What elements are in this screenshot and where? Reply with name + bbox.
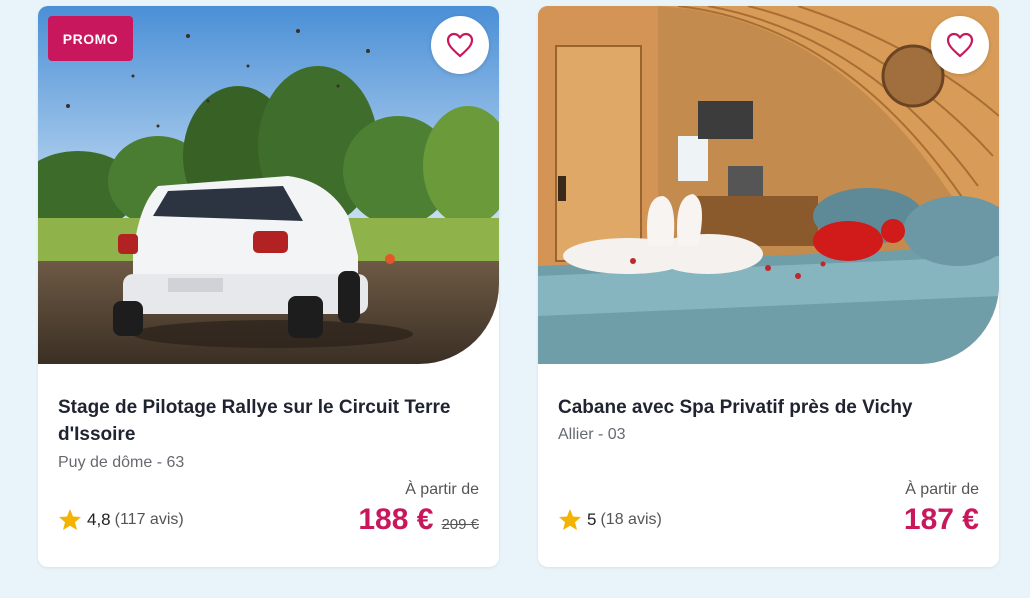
current-price: 188 € (358, 503, 434, 536)
product-card-cabin[interactable]: Cabane avec Spa Privatif près de Vichy A… (538, 6, 999, 567)
favorite-button[interactable] (931, 16, 989, 74)
current-price: 187 € (903, 503, 979, 536)
star-icon (59, 509, 81, 530)
promo-badge: PROMO (48, 16, 133, 61)
rating-score: 5 (587, 509, 597, 529)
card-image-cabin[interactable] (538, 6, 999, 364)
star-icon (559, 509, 581, 530)
card-title[interactable]: Stage de Pilotage Rallye sur le Circuit … (58, 394, 478, 448)
card-location: Allier - 03 (558, 426, 626, 443)
card-location: Puy de dôme - 63 (58, 454, 185, 471)
heart-outline-icon (446, 32, 474, 58)
card-rating: 4,8 (117 avis) (58, 508, 184, 531)
rating-score: 4,8 (87, 509, 111, 529)
review-count: (18 avis) (600, 510, 662, 528)
favorite-button[interactable] (431, 16, 489, 74)
price-box: 188 € 209 € (358, 503, 479, 537)
price-from-label: À partir de (905, 481, 979, 498)
card-rating: 5 (18 avis) (558, 508, 662, 531)
product-card-rally[interactable]: PROMO Stage de Pilotage Rallye sur le Ci… (38, 6, 499, 567)
card-title[interactable]: Cabane avec Spa Privatif près de Vichy (558, 394, 978, 421)
old-price: 209 € (441, 516, 479, 533)
price-from-label: À partir de (405, 481, 479, 498)
heart-outline-icon (946, 32, 974, 58)
price-box: 187 € (904, 503, 979, 537)
review-count: (117 avis) (114, 510, 184, 528)
